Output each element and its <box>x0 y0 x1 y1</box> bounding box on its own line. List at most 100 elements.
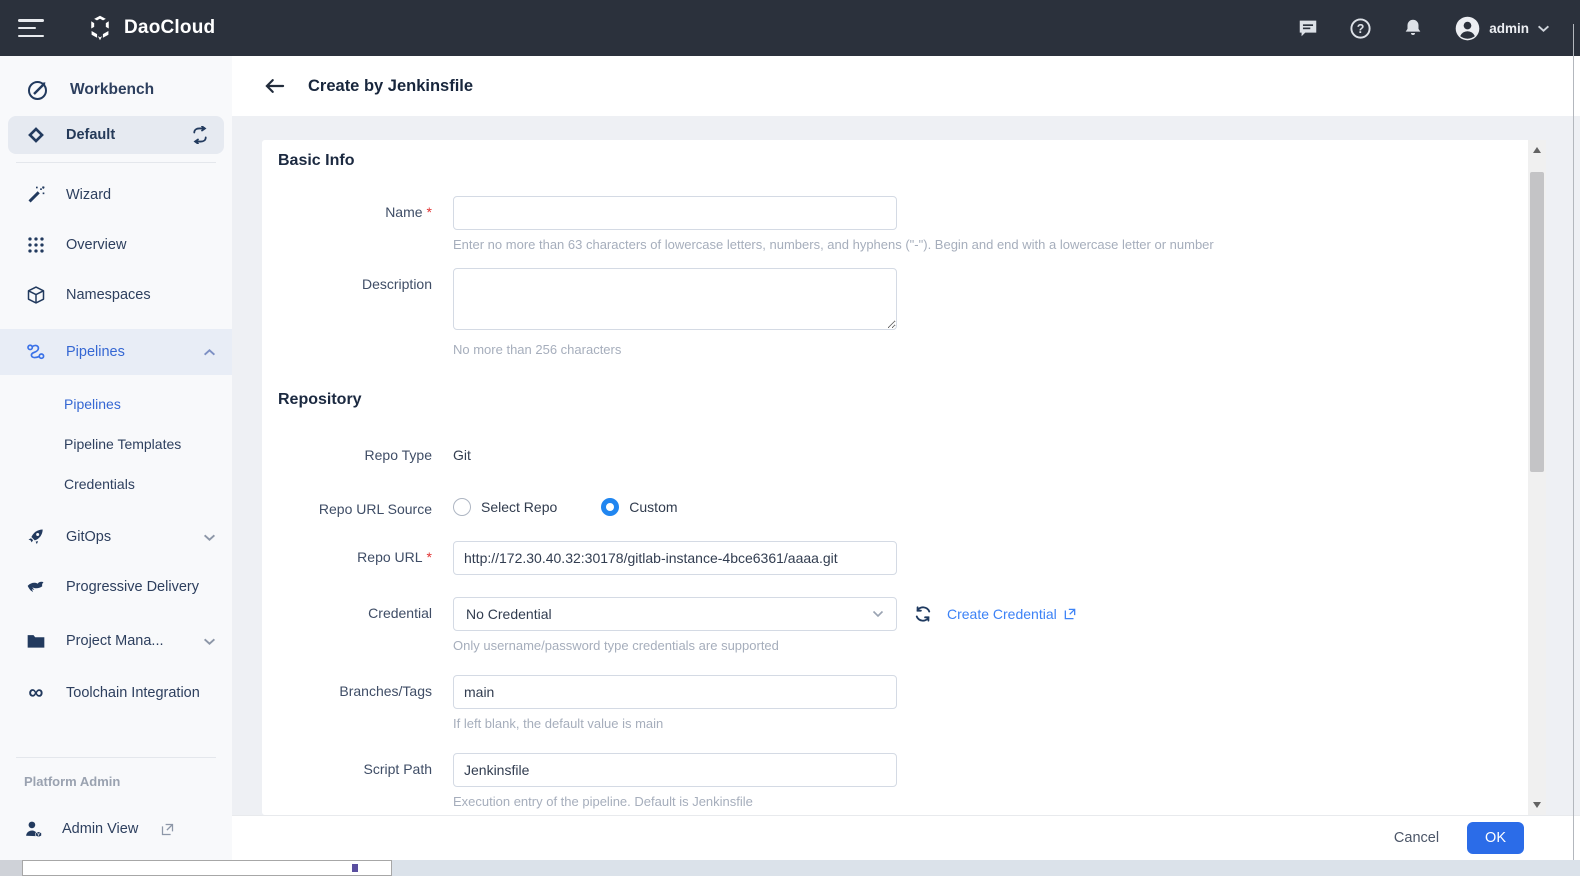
repo-type-row: Repo Type Git <box>278 439 1510 463</box>
magic-wand-icon <box>26 185 46 205</box>
branches-input[interactable] <box>453 675 897 709</box>
scroll-down-arrow[interactable] <box>1528 797 1546 813</box>
sidebar-item-admin-view[interactable]: Admin View <box>0 811 232 847</box>
workbench-label: Workbench <box>70 81 154 99</box>
script-path-hint: Execution entry of the pipeline. Default… <box>453 794 897 809</box>
folder-icon <box>26 631 46 651</box>
cube-icon <box>26 285 46 305</box>
app-header: DaoCloud ? <box>0 0 1580 56</box>
script-path-input[interactable] <box>453 753 897 787</box>
sidebar-divider <box>16 757 216 758</box>
sidebar-item-progressive-delivery[interactable]: Progressive Delivery <box>0 569 232 605</box>
sidebar-item-gitops[interactable]: GitOps <box>0 519 232 555</box>
sidebar-item-wizard[interactable]: Wizard <box>0 177 232 213</box>
scrollbar-thumb[interactable] <box>1530 172 1544 472</box>
sidebar-item-overview[interactable]: Overview <box>0 227 232 263</box>
bottom-scrollbar-strip <box>0 860 1580 876</box>
sidebar-item-pipelines[interactable]: Pipelines <box>0 329 232 375</box>
script-path-label: Script Path <box>278 753 432 777</box>
menu-icon[interactable] <box>18 19 44 37</box>
credential-row: Credential No Credential Only username/p… <box>278 597 1510 653</box>
form-footer: Cancel OK <box>232 815 1580 860</box>
switch-workspace-icon[interactable] <box>190 126 210 144</box>
required-asterisk: * <box>427 204 432 220</box>
sidebar: Workbench Default Wizard <box>0 56 232 860</box>
browser-scrollbar-edge <box>1573 24 1574 860</box>
branches-row: Branches/Tags If left blank, the default… <box>278 675 1510 731</box>
custom-radio[interactable] <box>601 498 619 516</box>
platform-admin-section-label: Platform Admin <box>24 774 216 789</box>
repo-url-input[interactable] <box>453 541 897 575</box>
brand-logo[interactable]: DaoCloud <box>86 14 215 42</box>
description-label: Description <box>278 268 432 292</box>
workspace-name: Default <box>66 127 115 143</box>
chevron-down-icon <box>1537 24 1550 33</box>
name-hint: Enter no more than 63 characters of lowe… <box>453 237 1273 252</box>
select-repo-radio[interactable] <box>453 498 471 516</box>
sidebar-item-project-management[interactable]: Project Mana... <box>0 623 232 659</box>
avatar <box>1454 15 1481 42</box>
daocloud-cube-icon <box>86 14 114 42</box>
sidebar-item-workbench[interactable]: Workbench <box>26 78 216 102</box>
infinity-icon: ∞ <box>26 686 46 700</box>
create-credential-link[interactable]: Create Credential <box>947 606 1077 622</box>
main-content: Create by Jenkinsfile Basic Info Name* E… <box>232 56 1580 860</box>
clipped-glyph <box>352 864 358 872</box>
admin-user-icon <box>24 819 44 840</box>
name-input[interactable] <box>453 196 897 230</box>
workspace-selector[interactable]: Default <box>8 116 224 154</box>
chevron-down-icon <box>872 610 884 618</box>
select-repo-radio-label[interactable]: Select Repo <box>481 499 557 515</box>
repo-type-value: Git <box>453 439 471 463</box>
credential-select[interactable]: No Credential <box>453 597 897 631</box>
nav-label: Wizard <box>66 187 111 203</box>
branches-label: Branches/Tags <box>278 675 432 699</box>
repo-url-source-row: Repo URL Source Select Repo Custom <box>278 493 1510 517</box>
repository-heading: Repository <box>278 391 1510 409</box>
nav-label: Project Mana... <box>66 633 164 649</box>
description-hint: No more than 256 characters <box>453 342 897 357</box>
sidebar-subitem-credentials[interactable]: Credentials <box>0 469 232 499</box>
cancel-button[interactable]: Cancel <box>1394 830 1439 846</box>
brand-name: DaoCloud <box>124 17 215 39</box>
pipeline-icon <box>26 341 46 363</box>
sidebar-subitem-pipeline-templates[interactable]: Pipeline Templates <box>0 429 232 459</box>
branches-hint: If left blank, the default value is main <box>453 716 897 731</box>
scrollbar-corner[interactable] <box>0 860 22 876</box>
repo-url-source-label: Repo URL Source <box>278 493 432 517</box>
horizontal-scrollbar-track[interactable] <box>22 860 392 876</box>
ok-button[interactable]: OK <box>1467 822 1524 854</box>
nav-label: GitOps <box>66 529 111 545</box>
chevron-up-icon <box>203 348 216 357</box>
form-card: Basic Info Name* Enter no more than 63 c… <box>262 140 1546 815</box>
card-scrollbar[interactable] <box>1528 140 1546 815</box>
description-row: Description No more than 256 characters <box>278 268 1510 357</box>
user-name: admin <box>1489 21 1529 36</box>
script-path-row: Script Path Execution entry of the pipel… <box>278 753 1510 809</box>
nav-label: Progressive Delivery <box>66 579 199 595</box>
message-icon[interactable] <box>1297 17 1319 39</box>
sidebar-item-toolchain-integration[interactable]: ∞ Toolchain Integration <box>0 675 232 711</box>
credential-label: Credential <box>278 597 432 621</box>
nav-label: Toolchain Integration <box>66 685 200 701</box>
help-icon[interactable]: ? <box>1349 17 1372 40</box>
svg-text:?: ? <box>1357 21 1365 35</box>
chevron-down-icon <box>203 533 216 542</box>
description-textarea[interactable] <box>453 268 897 330</box>
page-title: Create by Jenkinsfile <box>308 77 473 96</box>
credential-selected-value: No Credential <box>466 606 552 622</box>
sidebar-subitem-pipelines[interactable]: Pipelines <box>0 389 232 419</box>
back-arrow-icon[interactable] <box>264 77 286 95</box>
rocket-icon <box>26 527 46 547</box>
grid-dots-icon <box>26 236 46 254</box>
workbench-icon <box>26 78 50 102</box>
scroll-up-arrow[interactable] <box>1528 142 1546 158</box>
user-menu[interactable]: admin <box>1454 15 1550 42</box>
sidebar-item-namespaces[interactable]: Namespaces <box>0 277 232 313</box>
refresh-icon[interactable] <box>913 604 933 624</box>
nav-label: Overview <box>66 237 126 253</box>
custom-radio-label[interactable]: Custom <box>629 499 677 515</box>
name-label: Name* <box>278 196 432 220</box>
basic-info-heading: Basic Info <box>278 152 1510 170</box>
notification-bell-icon[interactable] <box>1402 17 1424 39</box>
